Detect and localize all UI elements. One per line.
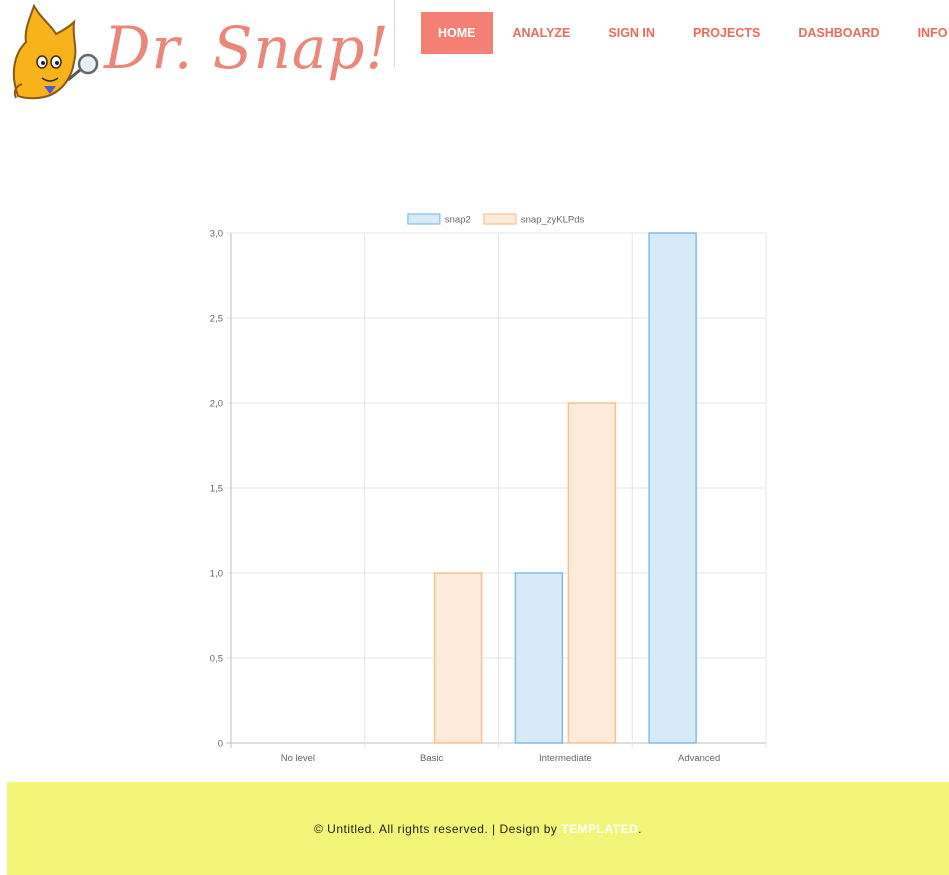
footer-copyright: © Untitled. All rights reserved. | Desig…	[313, 821, 562, 836]
footer-period: .	[638, 821, 642, 836]
y-tick-label: 1,0	[210, 569, 223, 580]
nav-sign-in[interactable]: SIGN IN	[589, 12, 674, 54]
nav-info[interactable]: INFO	[899, 12, 949, 54]
bar-snap_zyKLPds-basic	[433, 572, 483, 744]
logo-text: Dr. Snap!	[104, 14, 390, 82]
bar-snap2-advanced	[648, 232, 697, 744]
x-tick-label: No level	[281, 753, 315, 764]
nav-home[interactable]: HOME	[421, 12, 493, 54]
main-nav: HOME ANALYZE SIGN IN PROJECTS DASHBOARD …	[421, 12, 949, 54]
y-tick-label: 1,5	[210, 484, 223, 495]
nav-analyze[interactable]: ANALYZE	[493, 12, 590, 54]
chart-container: 0 0,5 1,0 1,5 2,0 2,5 3,0 No level Basic Intermed…	[190, 205, 780, 775]
y-tick-label: 0,5	[210, 654, 223, 665]
x-tick-label: Basic	[420, 753, 443, 764]
legend-label: snap2	[445, 215, 471, 226]
legend-swatch	[483, 213, 517, 225]
y-tick-label: 3,0	[210, 229, 223, 240]
footer-templated-link[interactable]: TEMPLATED	[561, 822, 638, 836]
y-tick-label: 2,5	[210, 314, 223, 325]
y-tick-label: 2,0	[210, 399, 223, 410]
footer-text: © Untitled. All rights reserved. | Desig…	[314, 822, 642, 836]
legend-swatch	[407, 213, 441, 225]
x-tick-label: Intermediate	[539, 753, 592, 764]
legend-label: snap_zyKLPds	[521, 215, 585, 226]
bar-chart: 0 0,5 1,0 1,5 2,0 2,5 3,0 No level Basic Intermed…	[210, 213, 767, 764]
bar-snap_zyKLPds-intermediate	[567, 402, 617, 744]
bar-snap2-intermediate	[514, 572, 564, 744]
x-tick-label: Advanced	[678, 753, 720, 764]
nav-projects[interactable]: PROJECTS	[674, 12, 779, 54]
footer: © Untitled. All rights reserved. | Desig…	[7, 782, 949, 875]
nav-dashboard[interactable]: DASHBOARD	[779, 12, 898, 54]
logo[interactable]: Dr. Snap!	[8, 3, 389, 100]
header-divider	[394, 0, 395, 67]
y-tick-label: 0	[218, 739, 223, 750]
